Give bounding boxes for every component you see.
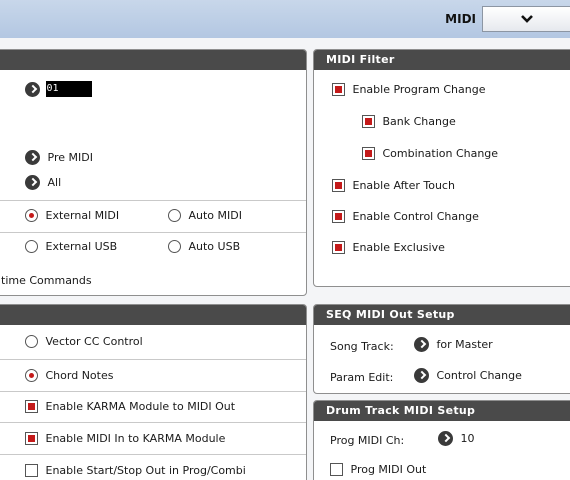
mode-label: MIDI	[445, 12, 476, 26]
mode-dropdown[interactable]	[482, 6, 570, 32]
midi-global-panel-header	[0, 50, 306, 70]
all-value: All	[47, 176, 62, 189]
auto-usb-option[interactable]: Auto USB	[168, 239, 240, 253]
enable-exclusive-checkbox[interactable]	[332, 240, 345, 254]
enable-midi-in-to-karma-checkbox[interactable]	[25, 431, 38, 445]
realtime-commands-label: time Commands	[1, 274, 92, 287]
divider	[0, 200, 306, 201]
enable-program-change-option[interactable]: Enable Program Change	[332, 82, 486, 96]
combination-change-label: Combination Change	[382, 146, 499, 160]
enable-karma-to-midi-out-checkbox[interactable]	[25, 399, 38, 413]
param-edit-row: Control Change	[414, 368, 522, 383]
enable-exclusive-option[interactable]: Enable Exclusive	[332, 240, 445, 254]
song-track-value: for Master	[436, 338, 493, 351]
all-arrow-button[interactable]	[25, 175, 40, 190]
pre-midi-arrow-button[interactable]	[25, 150, 40, 165]
enable-midi-in-to-karma-option[interactable]: Enable MIDI In to KARMA Module	[25, 431, 225, 445]
prog-midi-ch-label: Prog MIDI Ch:	[330, 434, 405, 447]
channel-row: 01	[25, 81, 92, 97]
external-usb-radio[interactable]	[25, 239, 38, 253]
auto-midi-option[interactable]: Auto MIDI	[168, 208, 242, 222]
vector-cc-control-option[interactable]: Vector CC Control	[25, 334, 143, 348]
external-midi-option[interactable]: External MIDI	[25, 208, 119, 222]
enable-exclusive-label: Enable Exclusive	[352, 240, 445, 254]
auto-midi-radio[interactable]	[168, 208, 181, 222]
channel-value[interactable]: 01	[45, 81, 92, 97]
auto-usb-label: Auto USB	[188, 239, 241, 253]
enable-after-touch-checkbox[interactable]	[332, 178, 345, 192]
midi-filter-title: MIDI Filter	[314, 50, 570, 70]
enable-program-change-checkbox[interactable]	[332, 82, 345, 96]
param-edit-value: Control Change	[436, 369, 522, 382]
enable-start-stop-out-checkbox[interactable]	[25, 463, 38, 477]
enable-midi-in-to-karma-label: Enable MIDI In to KARMA Module	[45, 431, 226, 445]
bank-change-label: Bank Change	[382, 114, 456, 128]
song-track-arrow-button[interactable]	[414, 337, 429, 352]
top-bar: MIDI	[0, 0, 570, 38]
chord-notes-option[interactable]: Chord Notes	[25, 368, 113, 382]
bank-change-checkbox[interactable]	[362, 114, 375, 128]
song-track-label: Song Track:	[330, 340, 394, 353]
chord-notes-label: Chord Notes	[45, 368, 114, 382]
song-track-row: for Master	[414, 337, 493, 352]
channel-arrow-button[interactable]	[25, 81, 40, 97]
drum-track-midi-title: Drum Track MIDI Setup	[314, 401, 570, 421]
enable-start-stop-out-label: Enable Start/Stop Out in Prog/Combi	[45, 463, 246, 477]
prog-midi-out-checkbox[interactable]	[330, 462, 343, 476]
enable-control-change-option[interactable]: Enable Control Change	[332, 209, 479, 223]
enable-karma-to-midi-out-label: Enable KARMA Module to MIDI Out	[45, 399, 236, 413]
param-edit-label: Param Edit:	[330, 371, 394, 384]
combination-change-checkbox[interactable]	[362, 146, 375, 160]
bank-change-option[interactable]: Bank Change	[362, 114, 456, 128]
auto-usb-radio[interactable]	[168, 239, 181, 253]
enable-control-change-checkbox[interactable]	[332, 209, 345, 223]
external-usb-option[interactable]: External USB	[25, 239, 117, 253]
enable-program-change-label: Enable Program Change	[352, 82, 486, 96]
enable-after-touch-option[interactable]: Enable After Touch	[332, 178, 455, 192]
midi-filter-panel: MIDI Filter Enable Program Change Bank C…	[313, 49, 570, 287]
prog-midi-out-label: Prog MIDI Out	[350, 462, 427, 476]
prog-midi-ch-row: 10	[438, 431, 475, 446]
pre-midi-value: Pre MIDI	[47, 151, 93, 164]
divider	[0, 359, 306, 360]
prog-midi-ch-value: 10	[460, 432, 475, 445]
auto-midi-label: Auto MIDI	[188, 208, 243, 222]
divider	[0, 232, 306, 233]
seq-midi-out-title: SEQ MIDI Out Setup	[314, 305, 570, 325]
chord-notes-radio[interactable]	[25, 368, 38, 382]
external-midi-radio[interactable]	[25, 208, 38, 222]
enable-after-touch-label: Enable After Touch	[352, 178, 455, 192]
midi-global-panel: 01 Pre MIDI All External MIDI Auto MIDI …	[0, 49, 307, 296]
param-edit-arrow-button[interactable]	[414, 368, 429, 383]
divider	[0, 391, 306, 392]
chevron-down-icon	[520, 15, 533, 23]
karma-midi-panel-header	[0, 305, 306, 325]
divider	[0, 454, 306, 455]
pre-midi-row: Pre MIDI	[25, 150, 93, 165]
enable-karma-to-midi-out-option[interactable]: Enable KARMA Module to MIDI Out	[25, 399, 235, 413]
prog-midi-out-option[interactable]: Prog MIDI Out	[330, 462, 426, 476]
vector-cc-control-label: Vector CC Control	[45, 334, 143, 348]
combination-change-option[interactable]: Combination Change	[362, 146, 498, 160]
vector-cc-control-radio[interactable]	[25, 334, 38, 348]
drum-track-midi-panel: Drum Track MIDI Setup Prog MIDI Ch: 10 P…	[313, 400, 570, 480]
divider	[0, 422, 306, 423]
seq-midi-out-panel: SEQ MIDI Out Setup Song Track: for Maste…	[313, 304, 570, 394]
all-row: All	[25, 175, 61, 190]
enable-start-stop-out-option[interactable]: Enable Start/Stop Out in Prog/Combi	[25, 463, 246, 477]
enable-control-change-label: Enable Control Change	[352, 209, 479, 223]
external-usb-label: External USB	[45, 239, 118, 253]
external-midi-label: External MIDI	[45, 208, 120, 222]
karma-midi-panel: Vector CC Control Chord Notes Enable KAR…	[0, 304, 307, 480]
prog-midi-ch-arrow-button[interactable]	[438, 431, 453, 446]
